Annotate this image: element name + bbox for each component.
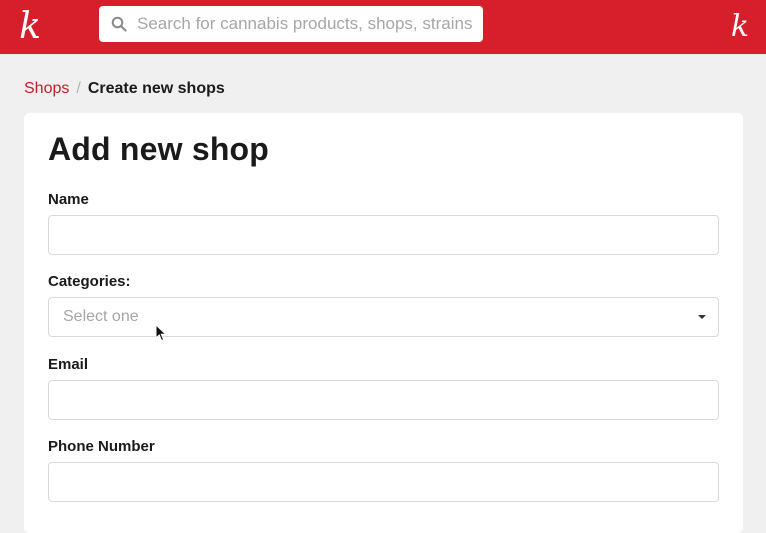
chevron-down-icon (698, 315, 706, 319)
breadcrumb-separator: / (76, 80, 81, 97)
add-shop-card: Add new shop Name Categories: Select one… (24, 113, 743, 533)
email-label: Email (48, 356, 89, 373)
search-icon (111, 16, 127, 32)
breadcrumb-current: Create new shops (87, 80, 225, 97)
search-input[interactable] (137, 6, 477, 42)
phone-field[interactable] (48, 462, 719, 502)
logo-right[interactable]: k (720, 7, 760, 47)
search-bar[interactable] (99, 6, 483, 42)
phone-label: Phone Number (48, 438, 155, 455)
logo-left[interactable]: k (10, 7, 50, 47)
breadcrumb: Shops / Create new shops (24, 78, 225, 100)
categories-placeholder: Select one (63, 308, 139, 325)
name-label: Name (48, 191, 89, 208)
name-field[interactable] (48, 215, 719, 255)
email-field[interactable] (48, 380, 719, 420)
categories-select[interactable]: Select one (48, 297, 719, 337)
mouse-cursor-icon (155, 323, 167, 342)
top-navbar: k k (0, 0, 766, 54)
page-title: Add new shop (48, 131, 270, 167)
breadcrumb-shops-link[interactable]: Shops (24, 80, 69, 97)
categories-label: Categories: (48, 273, 131, 290)
